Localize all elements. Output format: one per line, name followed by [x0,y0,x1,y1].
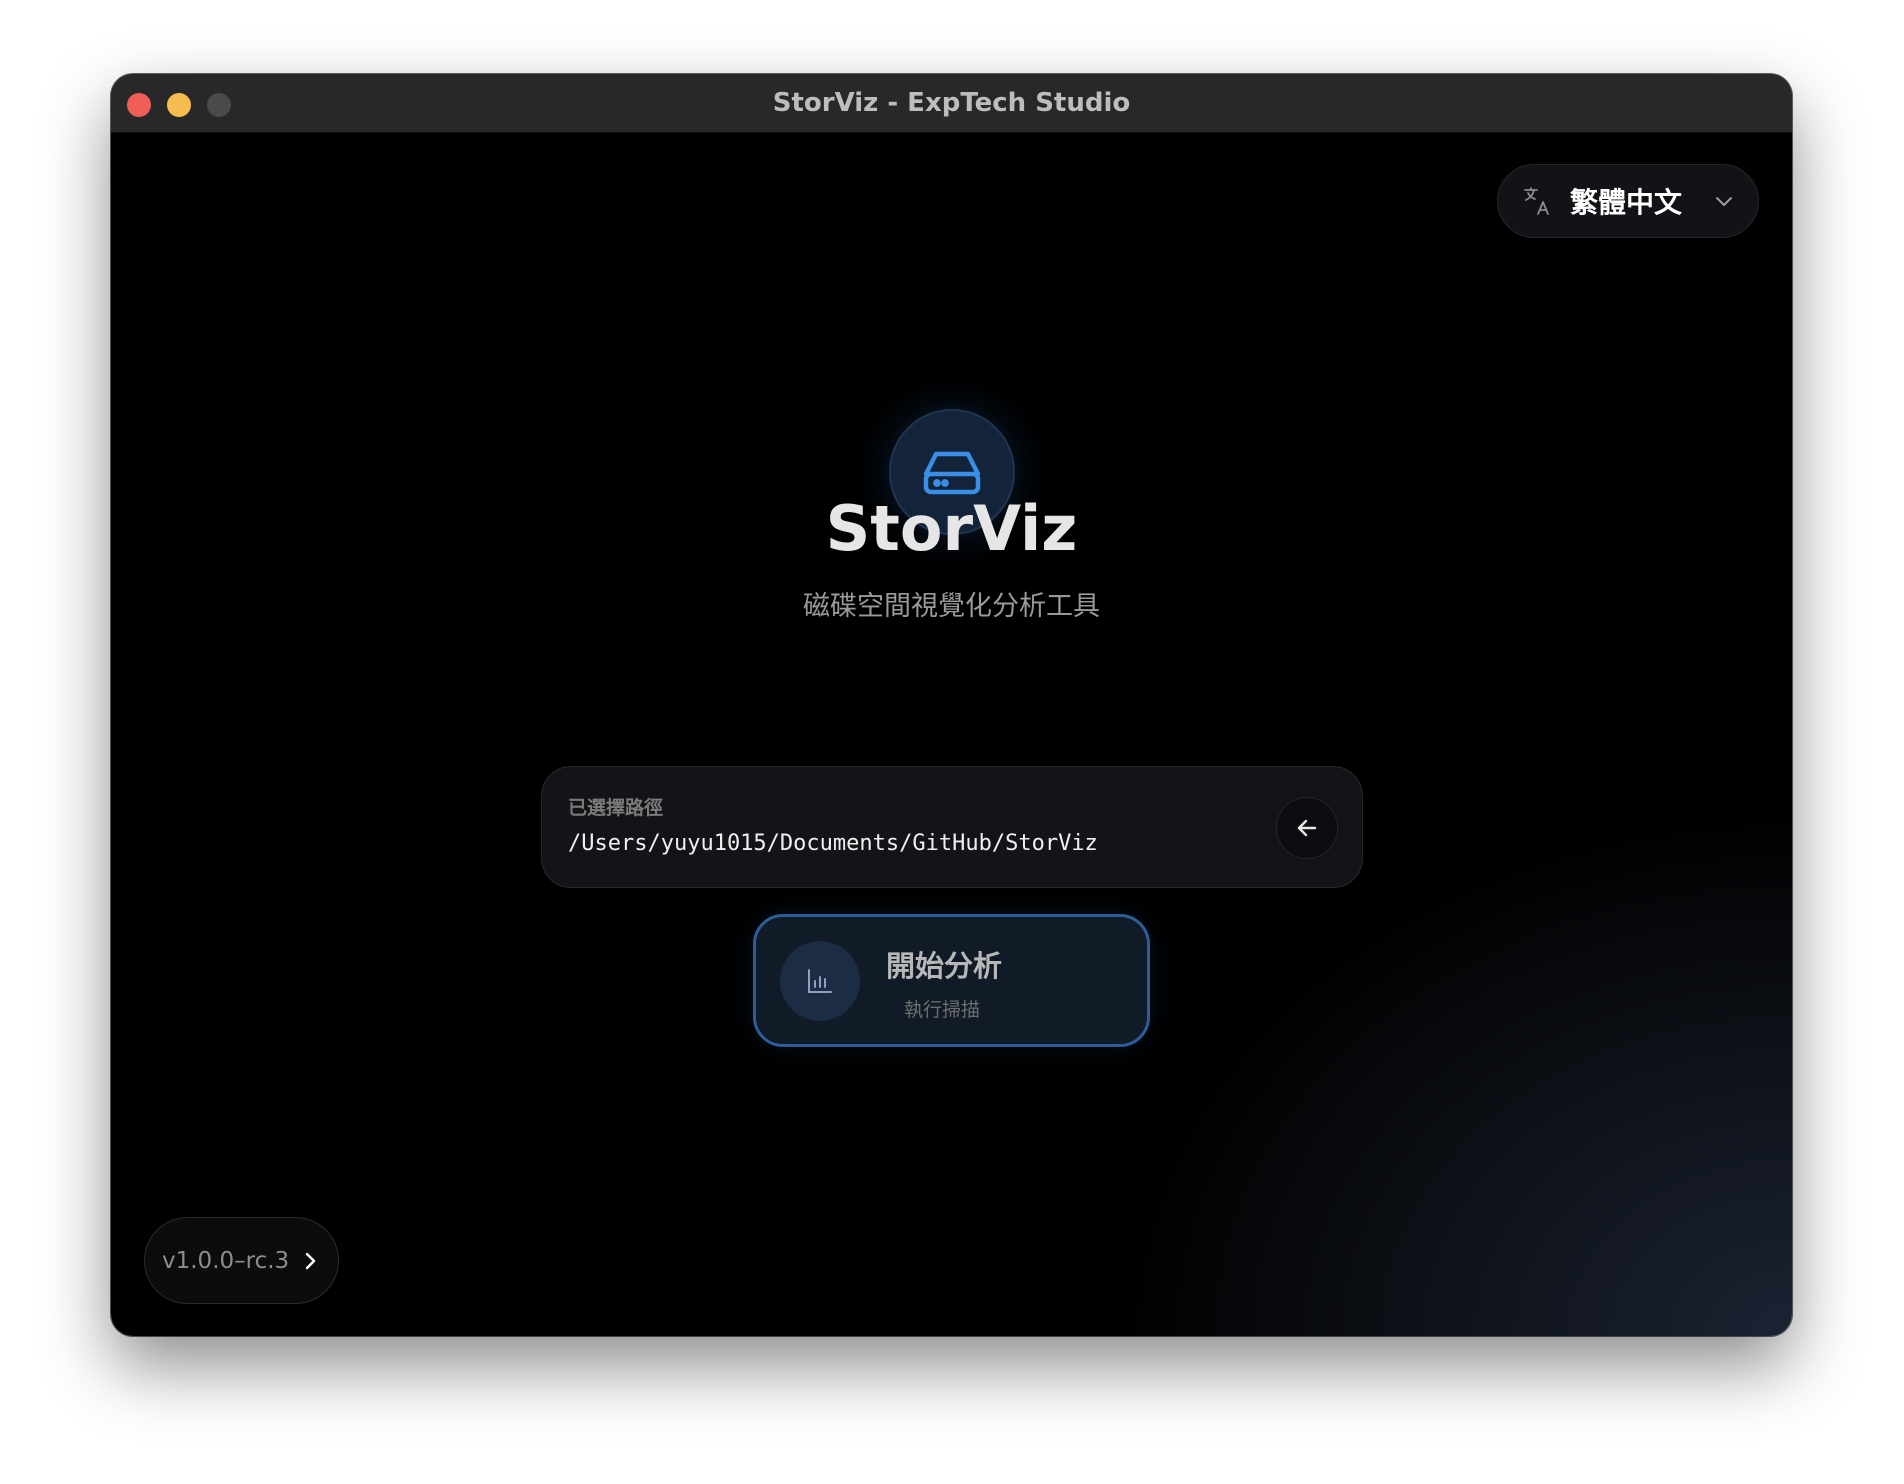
bar-chart-icon [808,969,832,993]
title-bar[interactable]: StorViz - ExpTech Studio [111,74,1792,133]
window-title: StorViz - ExpTech Studio [772,88,1131,118]
start-analysis-subtitle: 執行掃描 [904,999,981,1021]
arrow-left-icon [1297,819,1317,837]
version-button[interactable]: v1.0.0–rc.3 [144,1217,339,1304]
start-analysis-button[interactable]: 開始分析 執行掃描 [753,914,1150,1047]
chevron-right-icon [305,1252,316,1269]
path-value: /Users/yuyu1015/Documents/GitHub/StorViz [568,831,1098,856]
version-label: v1.0.0–rc.3 [162,1247,290,1274]
main-content: 繁體中文 StorViz 磁碟空間視覺化分析工具 已選擇路徑 /Users/yu… [111,132,1792,1336]
back-button[interactable] [1276,797,1338,859]
app-subtitle: 磁碟空間視覺化分析工具 [803,591,1100,622]
chevron-down-icon [1716,197,1732,206]
app-window: StorViz - ExpTech Studio 繁體中文 StorViz 磁碟… [111,74,1792,1336]
language-label: 繁體中文 [1570,186,1683,219]
start-analysis-title: 開始分析 [886,949,1003,983]
app-name: StorViz [825,492,1078,565]
start-icon-badge [780,941,860,1021]
selected-path-card: 已選擇路徑 /Users/yuyu1015/Documents/GitHub/S… [541,766,1363,888]
language-selector[interactable]: 繁體中文 [1497,164,1759,238]
translate-icon [1524,187,1549,215]
path-label: 已選擇路徑 [568,797,664,819]
